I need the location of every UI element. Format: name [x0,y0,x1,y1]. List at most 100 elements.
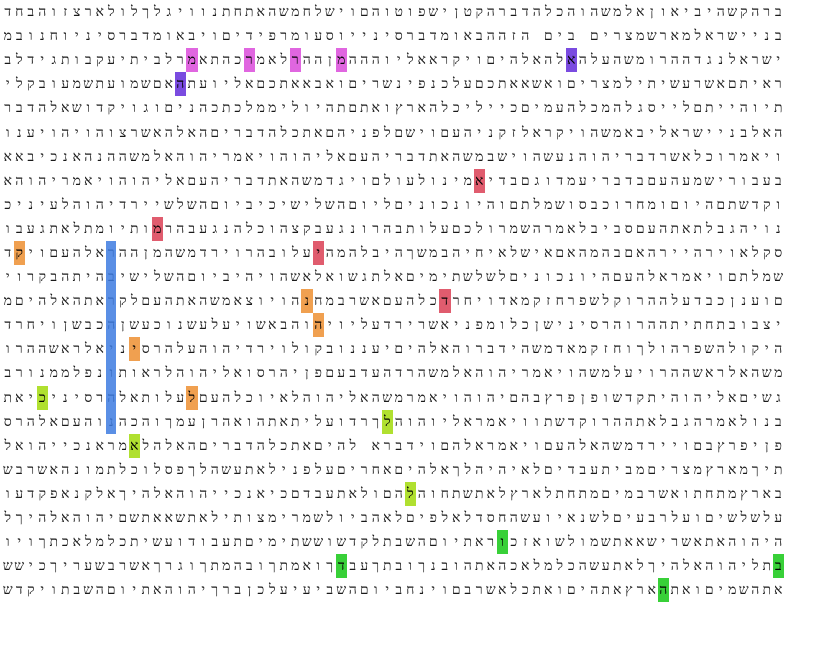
grid-letter: ר [15,341,23,358]
grid-letter: ס [325,28,334,45]
grid-letter: ו [546,269,551,286]
grid-letter: ר [268,365,276,382]
grid-letter: ר [165,220,173,237]
grid-letter: ר [222,582,230,599]
grid-letter: ה [371,389,380,406]
grid-letter: ז [63,4,68,21]
grid-letter: ע [176,389,185,406]
grid-letter: ע [578,172,587,189]
grid-letter: ע [107,76,116,93]
grid-letter: א [164,510,173,527]
grid-letter: ר [636,317,644,334]
grid-letter: י [477,293,482,310]
grid-letter: ג [166,4,172,21]
grid-letter: י [707,389,712,406]
grid-letter: ק [303,220,311,237]
grid-letter: ו [592,413,597,430]
grid-letter [531,24,543,48]
grid-letter: ה [84,413,93,430]
grid-letter: א [383,510,392,527]
grid-letter: ו [132,100,137,117]
grid-letter: נ [246,485,252,502]
grid-letter: י [753,389,758,406]
grid-letter: ד [360,365,368,382]
grid-letter: ת [244,461,254,478]
grid-letter: כ [429,293,437,310]
grid-letter: ל [395,510,403,527]
grid-letter: י [592,172,597,189]
grid-letter: ד [96,100,104,117]
grid-letter: ם [14,293,24,310]
grid-letter: ע [49,196,58,213]
grid-letter: ה [705,558,714,575]
grid-letter: א [325,76,334,93]
grid-letter: ר [751,485,759,502]
grid-letter: ו [339,510,344,527]
grid-letter: י [511,413,516,430]
grid-letter: ל [107,4,115,21]
grid-letter: ם [60,413,70,430]
grid-letter: א [233,365,242,382]
grid-letter: ה [578,148,587,165]
highlighted-letter: י [312,240,324,266]
grid-letter: י [327,437,332,454]
grid-letter: ב [234,437,242,454]
grid-letter: ז [603,341,608,358]
grid-letter: א [486,558,495,575]
grid-letter: א [739,365,748,382]
grid-letter: א [486,485,495,502]
grid-letter: ל [556,52,564,69]
grid-letter: ר [15,317,23,334]
grid-letter: כ [487,76,495,93]
grid-letter: ד [4,317,12,334]
grid-letter: ל [291,389,299,406]
grid-letter: מ [774,365,783,382]
grid-letter: י [408,76,413,93]
grid-letter: ו [431,196,436,213]
grid-letter: ה [302,52,311,69]
grid-letter: פ [429,510,437,527]
grid-letter: ה [578,558,587,575]
grid-letter: ו [592,148,597,165]
grid-letter: ב [717,220,725,237]
grid-letter: ע [199,76,208,93]
grid-letter: ת [693,317,703,334]
grid-letter: א [199,52,208,69]
grid-letter: כ [441,76,449,93]
grid-letter: ו [626,293,631,310]
grid-letter: ע [440,220,449,237]
grid-letter: ג [706,52,712,69]
grid-letter: ם [451,220,461,237]
grid-letter: ע [233,461,242,478]
grid-letter: ה [590,582,599,599]
grid-letter: מ [291,4,300,21]
grid-letter: ו [523,413,528,430]
grid-letter: ר [475,413,483,430]
grid-letter: ת [451,485,461,502]
grid-letter: ש [186,317,197,334]
grid-letter: ק [763,244,771,261]
grid-letter: ך [165,413,173,430]
grid-letter: י [28,293,33,310]
grid-letter: ה [693,244,702,261]
grid-letter: א [705,28,714,45]
grid-letter: א [3,172,12,189]
grid-letter: ה [360,52,369,69]
grid-letter: ם [198,389,208,406]
grid-letter: ת [532,582,542,599]
grid-letter: י [672,244,677,261]
grid-letter: י [661,76,666,93]
grid-letter: א [452,510,461,527]
grid-letter: ר [763,4,771,21]
grid-letter: א [199,510,208,527]
grid-letter: ל [291,100,299,117]
grid-letter: ה [463,389,472,406]
grid-letter: ש [497,148,508,165]
grid-letter: ר [717,28,725,45]
grid-letter: ו [201,4,206,21]
grid-letter: מ [521,293,530,310]
grid-letter: ת [601,582,611,599]
grid-letter: ה [222,413,231,430]
grid-letter: ר [717,461,725,478]
grid-letter: ש [290,269,301,286]
